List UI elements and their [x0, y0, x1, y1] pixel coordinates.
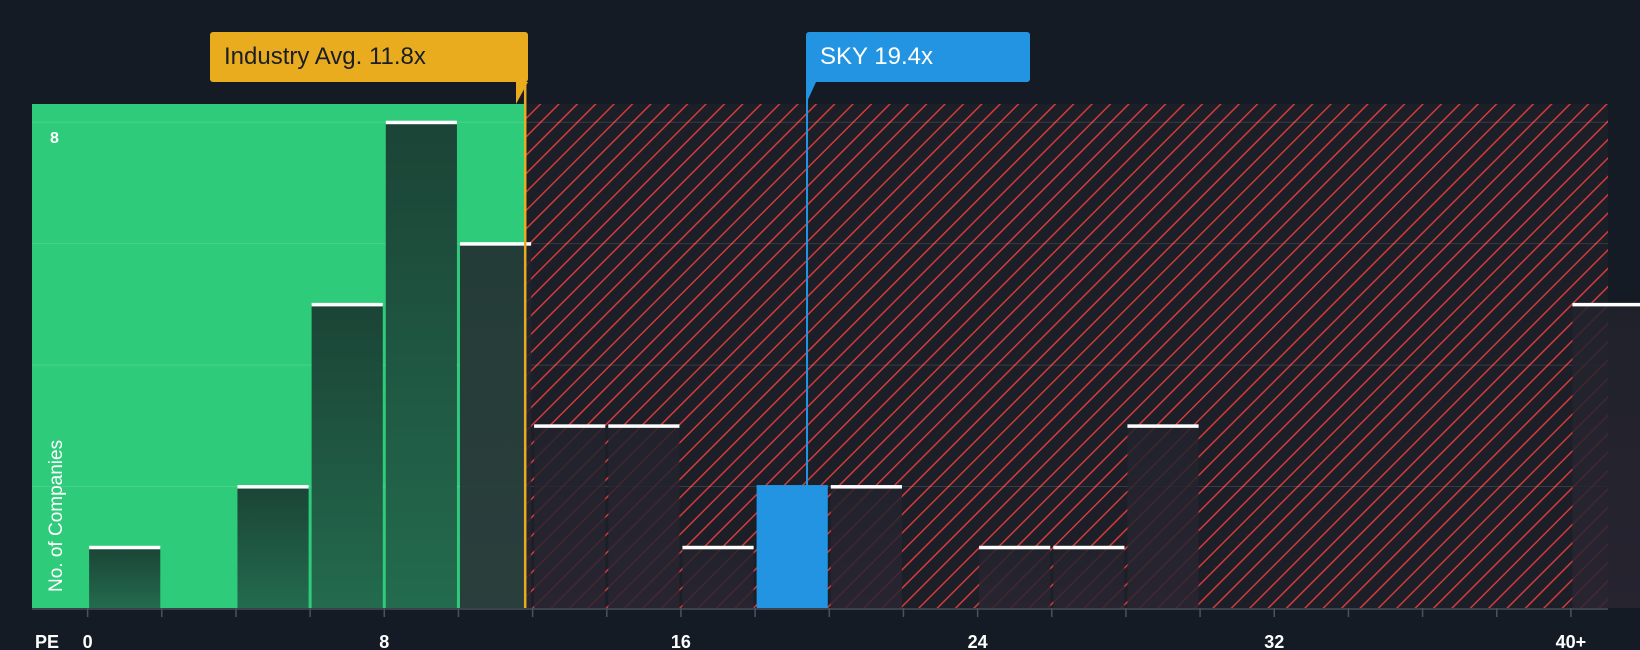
bar-cap	[979, 545, 1051, 550]
histogram-bar	[237, 486, 309, 608]
bar-cap	[237, 485, 309, 489]
x-tick-label: 32	[1264, 632, 1284, 650]
bar-cap	[1127, 424, 1199, 428]
bar-cap	[311, 302, 383, 307]
bar-cap	[830, 485, 902, 489]
histogram-bar	[1053, 547, 1125, 608]
bar-cap	[89, 545, 161, 550]
bar-cap	[682, 545, 754, 550]
x-tick-label: 16	[671, 632, 691, 650]
bar-cap	[459, 242, 532, 246]
histogram-bar	[534, 425, 606, 608]
histogram-bar	[1127, 425, 1199, 608]
histogram-bar	[1572, 304, 1640, 608]
subject-callout: SKY 19.4x	[806, 32, 1030, 82]
x-axis-ticks: 0 8 16 24 32 40+	[83, 608, 1587, 650]
x-tick-label: 24	[968, 632, 988, 650]
histogram-bar	[608, 425, 680, 608]
industry-avg-callout: Industry Avg. 11.8x	[210, 32, 528, 82]
bar-cap	[385, 120, 457, 125]
histogram-bar	[830, 486, 902, 608]
subject-pointer	[806, 82, 816, 104]
histogram-bar	[311, 304, 383, 608]
x-tick-label: 0	[83, 632, 93, 650]
bar-cap	[1572, 302, 1640, 307]
bar-cap	[756, 485, 828, 489]
bar-cap	[1053, 545, 1125, 550]
overvalued-zone	[525, 104, 1608, 608]
industry-avg-pointer	[516, 82, 528, 104]
x-axis-label: PE	[35, 632, 59, 650]
x-tick-label: 8	[379, 632, 389, 650]
y-tick-label: 8	[50, 130, 59, 147]
bar-cap	[608, 424, 680, 428]
highlight-bar	[756, 486, 828, 608]
histogram-bar	[682, 547, 754, 608]
y-axis-label: No. of Companies	[46, 440, 67, 592]
pe-distribution-chart: 0 8 16 24 32 40+ 8 No. of Companies PE	[32, 72, 1640, 650]
histogram-bar	[459, 243, 532, 608]
x-tick-label: 40+	[1556, 632, 1587, 650]
histogram-bar	[89, 547, 161, 608]
histogram-bar	[979, 547, 1051, 608]
histogram-bar	[385, 122, 457, 609]
bar-cap	[534, 424, 606, 428]
